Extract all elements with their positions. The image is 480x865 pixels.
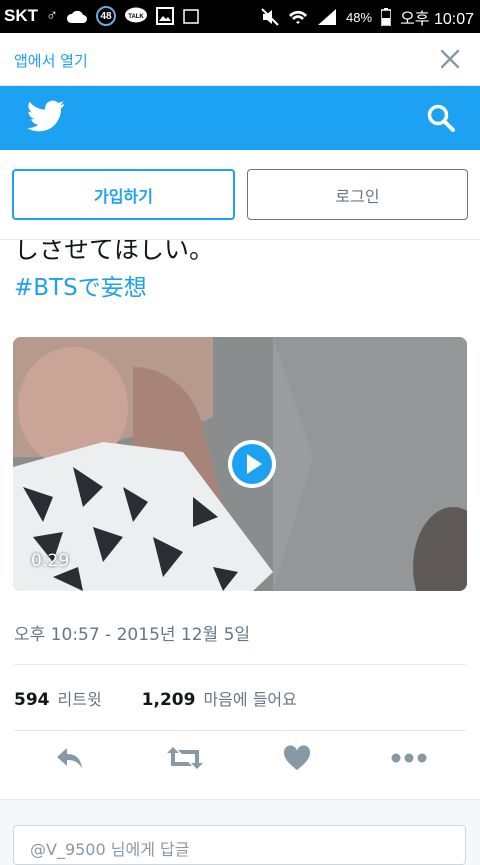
retweet-label: 리트윗 <box>57 690 102 709</box>
retweet-count[interactable]: 594 <box>14 690 50 710</box>
reply-box[interactable] <box>13 825 466 865</box>
login-button[interactable]: 로그인 <box>247 169 468 220</box>
search-icon[interactable] <box>426 103 456 133</box>
tweet-actions <box>0 745 480 785</box>
video-player[interactable]: 0:29 <box>13 337 467 591</box>
battery-icon <box>381 8 392 26</box>
video-duration: 0:29 <box>31 551 70 571</box>
battery-percent: 48% <box>346 9 373 25</box>
status-bar: SKT ♂ 48 TALK 48% 오후 10:07 <box>0 0 480 33</box>
carrier-label: SKT <box>4 6 38 25</box>
notification-badge: 48 <box>96 6 116 26</box>
image-icon <box>156 7 174 25</box>
svg-text:TALK: TALK <box>128 14 144 20</box>
reply-section <box>0 800 480 865</box>
signal-icon <box>318 9 337 25</box>
play-icon <box>247 454 262 474</box>
top-bar <box>0 86 480 150</box>
tweet-card: しさせてほしい。 #BTSで妄想 0:29 오후 10:57 - 2015년 1… <box>0 240 480 800</box>
talk-icon: TALK <box>125 7 147 23</box>
mute-icon <box>261 8 279 26</box>
tweet-stats: 594 리트윗 1,209 마음에 들어요 <box>14 686 297 710</box>
close-icon[interactable] <box>438 47 462 71</box>
gender-icon: ♂ <box>46 7 58 24</box>
reply-icon[interactable] <box>55 745 85 771</box>
hashtag-link[interactable]: #BTSで妄想 <box>14 268 147 302</box>
signup-button[interactable]: 가입하기 <box>12 169 235 220</box>
like-label: 마음에 들어요 <box>203 690 297 709</box>
play-button[interactable] <box>228 440 276 488</box>
heart-icon[interactable] <box>283 745 311 771</box>
more-icon[interactable] <box>391 751 427 765</box>
cloud-icon <box>66 10 87 23</box>
wifi-icon <box>289 10 308 24</box>
retweet-icon[interactable] <box>166 745 204 771</box>
like-count[interactable]: 1,209 <box>142 690 196 710</box>
calendar-icon <box>183 9 199 24</box>
divider <box>14 664 466 665</box>
twitter-bird-icon[interactable] <box>27 100 65 132</box>
open-app-link[interactable]: 앱에서 열기 <box>14 50 88 71</box>
tweet-timestamp[interactable]: 오후 10:57 - 2015년 12월 5일 <box>14 620 250 645</box>
status-time: 오후 10:07 <box>400 11 474 28</box>
auth-bar: 가입하기 로그인 <box>0 150 480 240</box>
reply-input[interactable] <box>28 839 452 860</box>
open-app-banner[interactable]: 앱에서 열기 <box>0 33 480 86</box>
divider <box>14 730 466 731</box>
